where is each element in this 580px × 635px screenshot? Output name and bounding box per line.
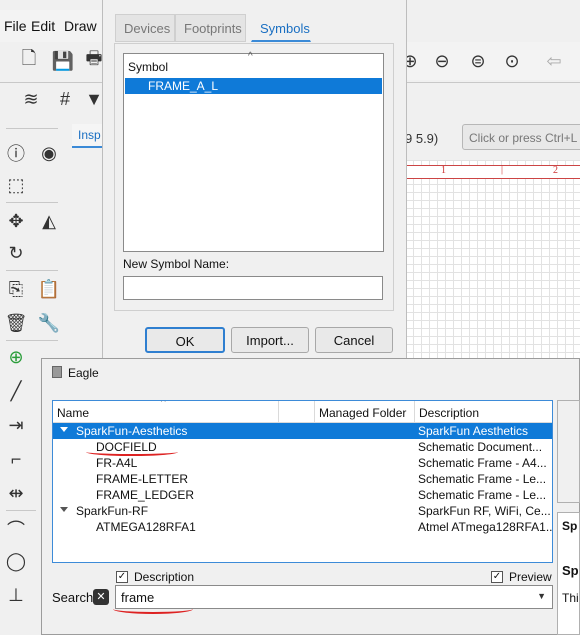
menu-bar: File Edit Draw — [0, 10, 102, 42]
pin-icon[interactable]: ⇥ — [5, 414, 27, 436]
tab-inspector[interactable]: Insp — [72, 124, 104, 148]
sort-caret-icon: ^ — [248, 51, 253, 62]
menu-edit[interactable]: Edit — [31, 18, 55, 34]
mirror-icon[interactable]: ◭ — [38, 210, 60, 232]
origin-icon[interactable]: ⊥ — [5, 584, 27, 606]
column-spacer[interactable] — [279, 401, 315, 423]
tree-row-frame-ledger[interactable]: FRAME_LEDGER Schematic Frame - Le... — [53, 487, 552, 503]
eye-icon[interactable]: ◉ — [38, 142, 60, 164]
layers-icon[interactable]: ≋ — [20, 88, 42, 110]
zoom-select-icon[interactable]: ⊙ — [501, 50, 523, 72]
ok-button[interactable]: OK — [145, 327, 225, 353]
line-icon[interactable]: ╱ — [5, 380, 27, 402]
eagle-dialog-title: Eagle — [68, 366, 99, 380]
column-name[interactable]: Name — [53, 401, 279, 423]
tree-row-sparkfun-rf[interactable]: SparkFun-RF SparkFun RF, WiFi, Ce... — [53, 503, 552, 519]
name-icon[interactable]: ⌐ — [5, 448, 27, 470]
toolbar-divider — [405, 82, 580, 83]
ruler-mark-1: 1 — [441, 165, 446, 176]
coordinate-readout: 9 5.9) — [405, 131, 439, 146]
print-icon[interactable]: 🖶 — [86, 50, 102, 72]
symbol-column-header[interactable]: Symbol — [124, 54, 383, 78]
tree-row-frame-letter[interactable]: FRAME-LETTER Schematic Frame - Le... — [53, 471, 552, 487]
tree-row-sparkfun-aesthetics[interactable]: SparkFun-Aesthetics SparkFun Aesthetics — [53, 423, 552, 439]
command-line-input[interactable]: Click or press Ctrl+L t — [462, 124, 580, 150]
info-icon[interactable]: ⓘ — [5, 142, 27, 164]
search-value: frame — [121, 590, 155, 605]
cancel-button[interactable]: Cancel — [315, 327, 393, 353]
expand-arrow-icon[interactable] — [60, 427, 68, 432]
import-button[interactable]: Import... — [231, 327, 309, 353]
zoom-fit-icon[interactable]: ⊜ — [467, 50, 489, 72]
undo-icon[interactable]: ⇦ — [543, 50, 565, 72]
arc-icon[interactable]: ⌒ — [5, 518, 27, 540]
menu-draw[interactable]: Draw — [64, 18, 97, 34]
paste-icon[interactable]: 📋 — [38, 278, 60, 300]
column-managed-folder[interactable]: Managed Folder — [315, 401, 415, 423]
drawing-canvas[interactable] — [405, 160, 580, 360]
preview-checkbox[interactable]: ✓ — [491, 571, 503, 583]
red-underline-docfield — [86, 448, 178, 456]
tab-symbols[interactable]: Symbols — [251, 14, 311, 42]
split-icon[interactable]: ⇹ — [5, 482, 27, 504]
tab-devices[interactable]: Devices — [115, 14, 175, 42]
grid-icon[interactable]: # — [54, 88, 76, 110]
description-panel: Sp Sp Thi — [557, 512, 580, 635]
zoom-toolbar: ⊕ ⊖ ⊜ ⊙ ⇦ — [402, 42, 580, 80]
clear-search-icon[interactable]: ✕ — [93, 589, 109, 605]
expand-arrow-icon[interactable] — [60, 507, 68, 512]
symbol-list[interactable]: Symbol ^ FRAME_A_L — [123, 51, 384, 252]
tree-row-fr-a4l[interactable]: FR-A4L Schematic Frame - A4... — [53, 455, 552, 471]
copy-icon[interactable]: ⎘ — [5, 278, 27, 300]
new-file-icon[interactable]: 🗋 — [18, 48, 40, 72]
move-icon[interactable]: ✥ — [5, 210, 27, 232]
search-label: Search — [52, 590, 94, 605]
add-part-icon[interactable]: ⊕ — [5, 346, 27, 368]
eagle-window-icon — [52, 366, 62, 378]
tab-footprints[interactable]: Footprints — [175, 14, 246, 42]
filter-icon[interactable]: ▼ — [86, 88, 102, 110]
preview-panel — [557, 400, 580, 503]
tree-row-atmega128rfa1[interactable]: ATMEGA128RFA1 Atmel ATmega128RFA1... — [53, 519, 552, 535]
description-checkbox[interactable]: ✓ — [116, 571, 128, 583]
save-icon[interactable]: 💾 — [52, 50, 74, 72]
column-description[interactable]: Description — [415, 401, 552, 423]
zoom-out-icon[interactable]: ⊖ — [431, 50, 453, 72]
new-symbol-name-label: New Symbol Name: — [123, 257, 230, 271]
library-tree[interactable]: Name Managed Folder Description ^ SparkF… — [52, 400, 553, 563]
select-icon[interactable]: ⬚ — [5, 174, 27, 196]
menu-file[interactable]: File — [4, 18, 27, 34]
preview-checkbox-label: Preview — [509, 570, 552, 584]
delete-icon[interactable]: 🗑 — [5, 312, 28, 334]
frame-ruler: 1 | 2 — [405, 164, 580, 179]
description-checkbox-label: Description — [134, 570, 195, 584]
new-symbol-name-input[interactable] — [123, 276, 383, 300]
red-underline-search — [113, 604, 193, 614]
rotate-icon[interactable]: ↻ — [5, 242, 27, 264]
circle-icon[interactable]: ◯ — [5, 550, 27, 572]
sort-caret-icon: ^ — [161, 400, 166, 408]
symbol-row[interactable]: FRAME_A_L — [125, 78, 382, 94]
ruler-mark-2: 2 — [553, 165, 558, 176]
wrench-icon[interactable]: 🔧 — [38, 312, 60, 334]
chevron-down-icon[interactable]: ▼ — [537, 591, 546, 601]
